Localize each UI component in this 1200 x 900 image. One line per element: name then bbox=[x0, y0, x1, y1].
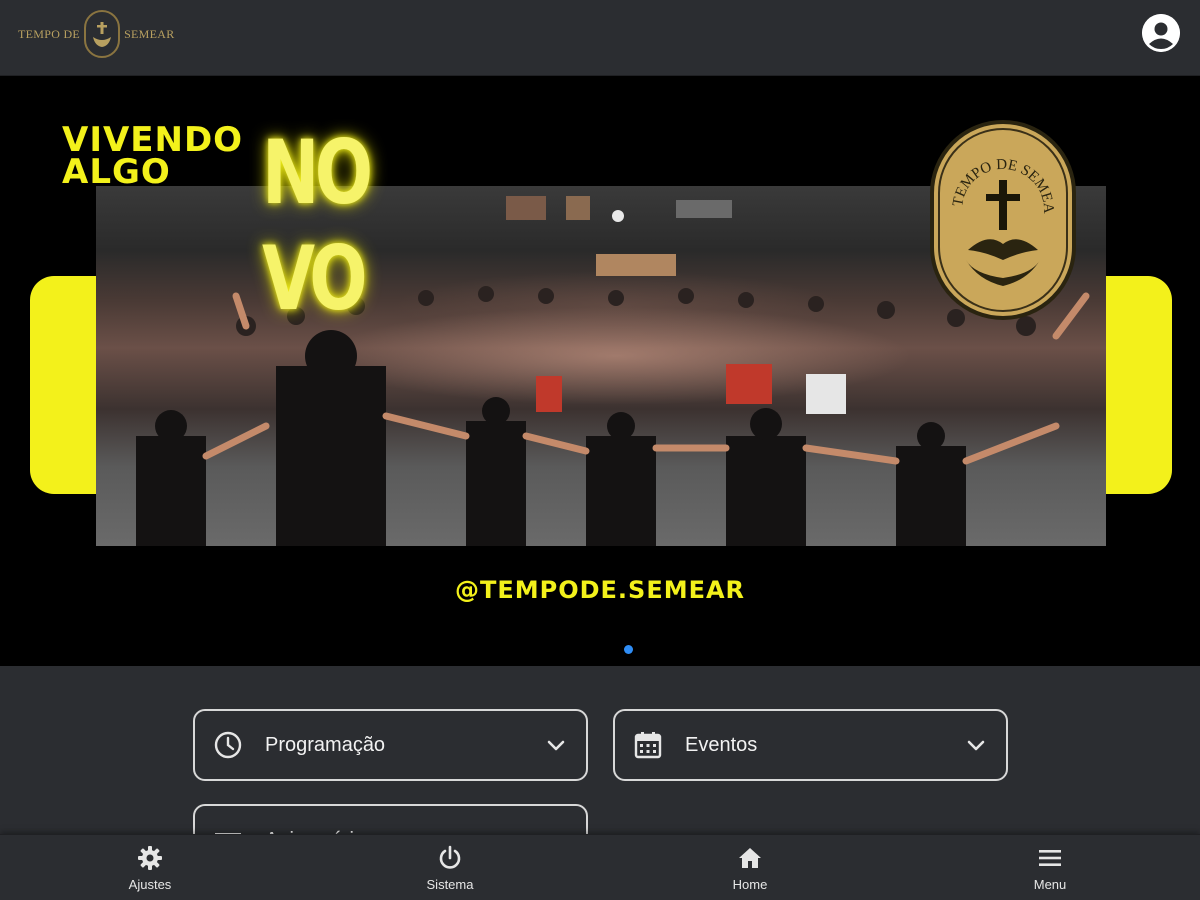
banner-yellow-accent-left bbox=[30, 276, 96, 494]
chevron-down-icon bbox=[964, 733, 988, 757]
carousel-indicator-dot[interactable] bbox=[624, 645, 633, 654]
clock-icon bbox=[213, 730, 243, 760]
chevron-down-icon bbox=[544, 733, 568, 757]
programacao-label: Programação bbox=[265, 733, 386, 756]
nav-label-menu: Menu bbox=[1033, 877, 1067, 892]
account-circle-icon[interactable] bbox=[1142, 14, 1180, 52]
nav-label-home: Home bbox=[732, 877, 768, 892]
nav-item-ajustes[interactable]: Ajustes bbox=[90, 845, 210, 892]
instagram-handle: @TEMPODE.SEMEAR bbox=[454, 576, 746, 604]
nav-label-sistema: Sistema bbox=[426, 877, 474, 892]
logo-text-left: TEMPO DE bbox=[18, 26, 81, 41]
banner-headline: VIVENDO ALGO bbox=[62, 123, 243, 192]
hero-banner-carousel[interactable]: VIVENDO ALGO NO VO TEMPO DE SEMEAR @TEMP… bbox=[0, 76, 1200, 666]
nav-label-ajustes: Ajustes bbox=[128, 877, 172, 892]
logo-text-right: SEMEAR bbox=[124, 26, 175, 41]
home-icon bbox=[739, 848, 761, 868]
cross-dove-hands-icon: TEMPO DE SEMEAR bbox=[948, 140, 1056, 286]
hamburger-menu-icon bbox=[1039, 850, 1061, 866]
eventos-label: Eventos bbox=[685, 733, 758, 756]
nav-item-menu[interactable]: Menu bbox=[990, 845, 1110, 892]
gear-icon bbox=[138, 846, 162, 870]
eventos-dropdown-card[interactable]: Eventos bbox=[613, 709, 1008, 781]
church-logo[interactable]: TEMPO DE SEMEAR bbox=[18, 8, 175, 60]
headline-line-2: ALGO bbox=[62, 152, 171, 192]
neon-line-1: NO bbox=[262, 121, 373, 224]
nav-item-sistema[interactable]: Sistema bbox=[390, 845, 510, 892]
logo-badge-icon bbox=[84, 10, 121, 58]
church-seal-logo: TEMPO DE SEMEAR bbox=[930, 120, 1076, 320]
banner-neon-word: NO VO bbox=[262, 120, 373, 332]
top-app-bar: TEMPO DE SEMEAR bbox=[0, 0, 1200, 76]
seal-inner: TEMPO DE SEMEAR bbox=[938, 128, 1068, 312]
neon-line-2: VO bbox=[262, 227, 368, 330]
programacao-dropdown-card[interactable]: Programação bbox=[193, 709, 588, 781]
calendar-icon bbox=[633, 730, 663, 760]
banner-yellow-accent-right bbox=[1106, 276, 1172, 494]
nav-item-home[interactable]: Home bbox=[690, 845, 810, 892]
bottom-navigation-bar: Ajustes Sistema Home Menu bbox=[0, 834, 1200, 900]
power-icon bbox=[439, 845, 461, 869]
